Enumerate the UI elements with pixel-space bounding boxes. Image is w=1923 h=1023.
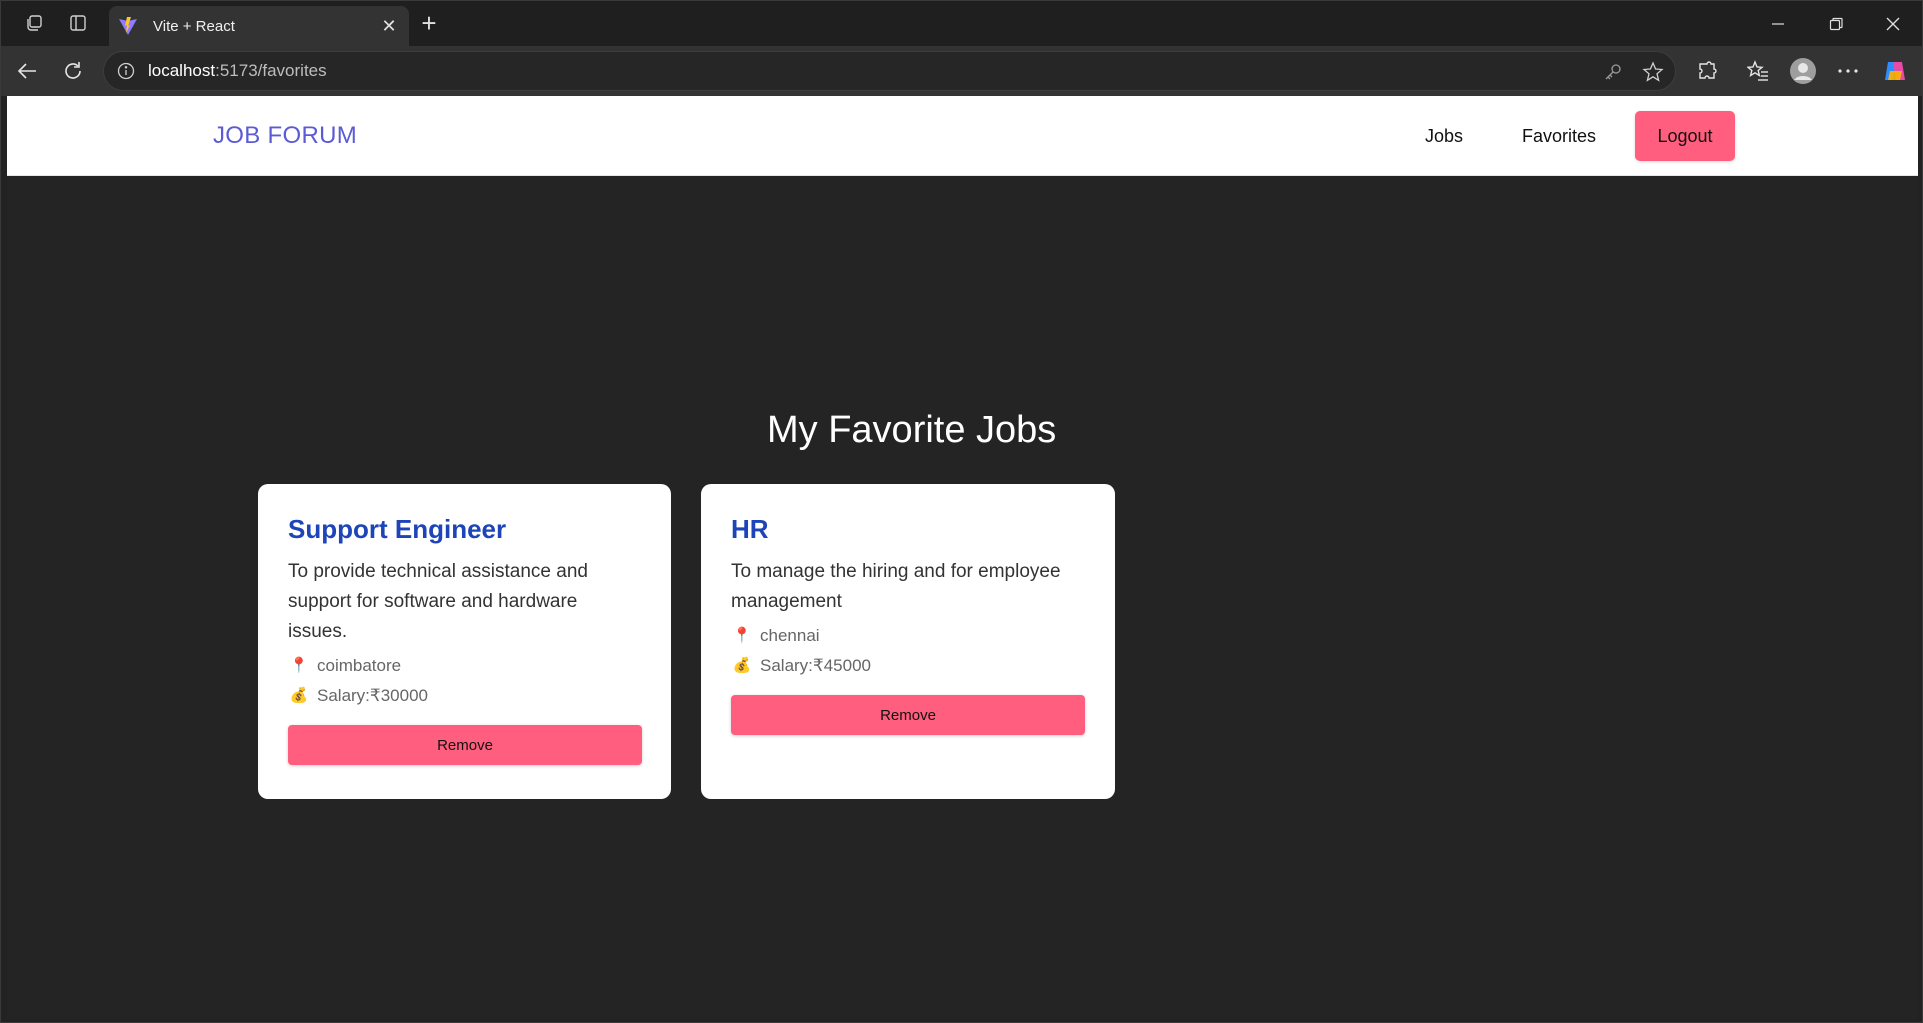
brand-logo[interactable]: JOB FORUM (213, 122, 357, 150)
remove-button[interactable]: Remove (731, 695, 1085, 735)
favorites-list-icon[interactable] (1742, 55, 1774, 87)
vertical-tabs-icon[interactable] (63, 9, 93, 37)
reload-icon[interactable] (57, 55, 89, 87)
job-location-text: coimbatore (317, 656, 402, 675)
workspaces-icon[interactable] (19, 9, 49, 37)
page-viewport: JOB FORUM Jobs Favorites Logout My Favor… (7, 96, 1918, 1019)
nav-link-jobs[interactable]: Jobs (1425, 126, 1463, 147)
location-pin-icon: 📍 (289, 657, 309, 674)
page-title: My Favorite Jobs (767, 409, 1057, 451)
close-window-icon[interactable] (1865, 7, 1921, 41)
money-bag-icon: 💰 (732, 657, 752, 674)
job-location: 📍 coimbatore (288, 651, 641, 681)
new-tab-button[interactable]: + (413, 8, 445, 38)
vite-logo-icon (117, 15, 139, 37)
job-card: HR To manage the hiring and for employee… (701, 484, 1115, 799)
browser-toolbar: localhost:5173/favorites (1, 46, 1922, 96)
site-navbar: JOB FORUM Jobs Favorites Logout (7, 96, 1918, 176)
job-salary-text: Salary:₹45000 (760, 656, 871, 675)
profile-avatar-icon[interactable] (1787, 55, 1819, 87)
job-location: 📍 chennai (731, 621, 1085, 651)
job-card: Support Engineer To provide technical as… (258, 484, 671, 799)
copilot-icon[interactable] (1879, 55, 1911, 87)
active-tab[interactable]: Vite + React ✕ (109, 6, 409, 46)
job-description: To manage the hiring and for employee ma… (731, 561, 1061, 612)
site-info-icon[interactable] (114, 59, 138, 83)
restore-icon[interactable] (1808, 7, 1864, 41)
job-salary: 💰 Salary:₹30000 (288, 681, 641, 711)
extensions-icon[interactable] (1691, 55, 1723, 87)
address-bar[interactable]: localhost:5173/favorites (103, 51, 1676, 91)
tab-close-icon[interactable]: ✕ (375, 12, 403, 40)
tab-strip: Vite + React ✕ + (1, 1, 1922, 46)
job-salary: 💰 Salary:₹45000 (731, 651, 1085, 681)
job-location-text: chennai (760, 626, 820, 645)
job-title: Support Engineer (288, 514, 507, 544)
more-options-icon[interactable] (1832, 55, 1864, 87)
job-description: To provide technical assistance and supp… (288, 561, 588, 642)
logout-button[interactable]: Logout (1635, 111, 1735, 161)
job-title: HR (731, 514, 769, 544)
remove-button[interactable]: Remove (288, 725, 642, 765)
tab-title: Vite + React (153, 17, 235, 35)
url-text: localhost:5173/favorites (148, 61, 327, 81)
job-salary-text: Salary:₹30000 (317, 686, 428, 705)
money-bag-icon: 💰 (289, 687, 309, 704)
browser-window: Vite + React ✕ + localhost:5173/favorite… (0, 0, 1923, 1023)
back-arrow-icon[interactable] (11, 55, 43, 87)
key-icon[interactable] (1599, 58, 1627, 86)
url-host: localhost (148, 61, 216, 80)
location-pin-icon: 📍 (732, 627, 752, 644)
favorite-star-icon[interactable] (1639, 58, 1667, 86)
nav-link-favorites[interactable]: Favorites (1522, 126, 1596, 147)
url-path: :5173/favorites (215, 61, 327, 80)
minimize-icon[interactable] (1750, 7, 1806, 41)
